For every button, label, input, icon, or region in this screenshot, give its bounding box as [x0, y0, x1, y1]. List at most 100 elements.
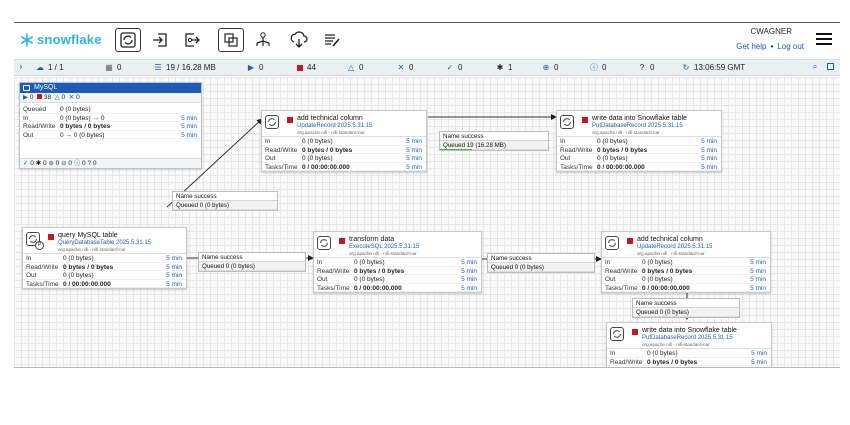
processor-type: ExecuteSQL 2025.5.31.15 [349, 244, 420, 250]
stopped-icon [632, 329, 638, 335]
processor-p2[interactable]: write data into Snowflake table PutDataba… [556, 110, 722, 172]
processor-name: transform data [349, 236, 395, 243]
processor-bundle: org.apache.nifi - nifi-standard-nar [297, 130, 365, 135]
connection-name: Name success [488, 254, 594, 263]
main-menu-button[interactable] [816, 33, 832, 47]
processor-type: UpdateRecord 2025.5.31.15 [297, 123, 373, 129]
processor-type: UpdateRecord 2025.5.31.15 [637, 244, 713, 250]
stat-row: Tasks/Time 0 / 00:00:00.000 5 min [557, 163, 721, 171]
stat-row: Out0 (0 bytes)5 min [602, 275, 770, 284]
errors-count: 0 [602, 63, 607, 72]
pg-invalid: 0 [61, 94, 66, 101]
queue-bar [488, 270, 594, 272]
processor-p3[interactable]: Pquery MySQL table QueryDatabaseTable 202… [22, 227, 187, 289]
modified-status: ✱ 1 [496, 62, 513, 72]
remote-process-group-button[interactable] [250, 28, 276, 52]
cluster-icon: ☁ [36, 62, 44, 72]
pg-disabled: 0 [76, 94, 80, 101]
output-port-button[interactable] [179, 28, 205, 52]
processor-name: add technical column [637, 236, 703, 243]
remote-process-group-icon [256, 32, 270, 46]
processor-type: QueryDatabaseTable 2025.5.31.15 [58, 240, 152, 246]
processor-icon [265, 115, 279, 129]
stat-row: Tasks/Time 0 / 00:00:00.000 5 min [602, 284, 770, 292]
process-group-name: MySQL [34, 84, 58, 91]
process-group-mysql[interactable]: MySQL ▶ 0 38 △ 0 ✕ 0 Queued 0 (0 bytes) I… [19, 82, 202, 169]
stat-row: In 0 (0 bytes) 5 min [314, 258, 481, 267]
pg-row-readwrite: Read/Write 0 bytes / 0 bytes 5 min [20, 122, 201, 131]
get-help-link[interactable]: Get help [736, 42, 766, 51]
stat-row: In 0 (0 bytes) 5 min [602, 258, 770, 267]
asterisk-icon: ✱ [496, 62, 504, 72]
processor-p4[interactable]: transform data ExecuteSQL 2025.5.31.15 org… [313, 231, 482, 293]
running-icon: ▶ [247, 62, 255, 72]
input-port-icon [153, 33, 167, 47]
pg-row-in: In 0 (0 bytes) → 05 min [20, 114, 201, 122]
logout-link[interactable]: Log out [777, 42, 804, 51]
queued-status: ☰ 19 / 16.28 MB [154, 63, 215, 72]
connection-name: Name success [199, 253, 305, 262]
header: snowflake CWAGNER Get help • Log out [14, 23, 840, 58]
connection-label-c1[interactable]: Name success Queued 0 (0 bytes) [172, 191, 278, 211]
processor-p5[interactable]: add technical column UpdateRecord 2025.5.… [601, 231, 771, 293]
disabled-status: ✕ 0 [397, 62, 414, 72]
queue-bar [199, 269, 305, 271]
bulletin-button[interactable] [827, 63, 834, 70]
flow-canvas[interactable]: MySQL ▶ 0 38 △ 0 ✕ 0 Queued 0 (0 bytes) I… [14, 77, 840, 367]
funnel-button[interactable] [286, 28, 312, 52]
status-bar: › ☁ 1 / 1 ▦ 0 ☰ 19 / 16.28 MB ▶ 0 44 △ 0 ✕ 0 ✓… [14, 59, 840, 76]
stat-row: Out0 (0 bytes)5 min [314, 275, 481, 284]
processor-p6[interactable]: write data into Snowflake table PutDataba… [606, 322, 772, 367]
processor-icon [317, 236, 331, 250]
connection-label-c2[interactable]: Name success Queued 19 (16.28 MB) [439, 131, 549, 151]
process-group-icon [224, 33, 238, 47]
search-button[interactable]: ⌕ [811, 63, 819, 71]
processor-button[interactable] [115, 28, 141, 52]
processor-bundle: org.apache.nifi - nifi-standard-nar [58, 247, 126, 252]
stat-row: Read/Write 0 bytes / 0 bytes 5 min [557, 146, 721, 154]
stat-row: In 0 (0 bytes) 5 min [262, 137, 426, 146]
processor-header: add technical column UpdateRecord 2025.5.… [602, 232, 770, 258]
info-icon: ⓘ [590, 62, 598, 72]
input-port-button[interactable] [147, 28, 173, 52]
active-threads: ▦ 0 [105, 63, 121, 72]
last-refreshed: 13:06:59 GMT [694, 63, 746, 72]
queue-bar [633, 315, 739, 317]
disabled-icon: ✕ [397, 62, 405, 72]
running-count: 0 [259, 63, 264, 72]
stat-row: Out0 (0 bytes)5 min [557, 154, 721, 163]
navigate-chevron-icon[interactable]: › [17, 63, 25, 71]
snowflake-icon [20, 32, 33, 47]
stopped-icon [287, 117, 293, 123]
processor-bundle: org.apache.nifi - nifi-standard-nar [349, 251, 417, 256]
processor-p1[interactable]: add technical column UpdateRecord 2025.5.… [261, 110, 427, 172]
refresh-status[interactable]: ↻ 13:06:59 GMT [682, 63, 746, 72]
processor-name: write data into Snowflake table [592, 115, 687, 122]
stopped-icon [627, 238, 633, 244]
connection-name: Name success [633, 299, 739, 308]
connection-label-c4[interactable]: Name success Queued 0 (0 bytes) [487, 253, 595, 273]
processor-bundle: org.apache.nifi - nifi-standard-nar [642, 342, 710, 347]
template-button[interactable] [319, 28, 345, 52]
template-icon [325, 34, 340, 47]
stopped-icon [297, 64, 303, 71]
process-group-button[interactable] [218, 28, 244, 52]
bulletin-icon [827, 63, 834, 70]
threads-count: 0 [117, 63, 122, 72]
processor-bundle: org.apache.nifi - nifi-standard-nar [637, 251, 705, 256]
header-links: Get help • Log out [736, 42, 804, 51]
processor-icon [560, 115, 574, 129]
stat-row: In 0 (0 bytes) 5 min [23, 254, 186, 263]
connection-label-c3[interactable]: Name success Queued 0 (0 bytes) [198, 252, 306, 272]
connection-label-c5[interactable]: Name success Queued 0 (0 bytes) [632, 298, 740, 318]
stat-row: Out0 (0 bytes)5 min [607, 366, 771, 367]
stat-row: In 0 (0 bytes) 5 min [607, 349, 771, 358]
cluster-count: 1 / 1 [48, 63, 64, 72]
stat-row: Read/Write 0 bytes / 0 bytes 5 min [602, 267, 770, 275]
logo: snowflake [20, 32, 102, 47]
processor-bundle: org.apache.nifi - nifi-standard-nar [592, 130, 660, 135]
source-badge-icon: P [35, 241, 44, 250]
stale-count: 0 [554, 63, 559, 72]
warning-icon: △ [54, 94, 60, 101]
queue-bar [173, 208, 277, 210]
